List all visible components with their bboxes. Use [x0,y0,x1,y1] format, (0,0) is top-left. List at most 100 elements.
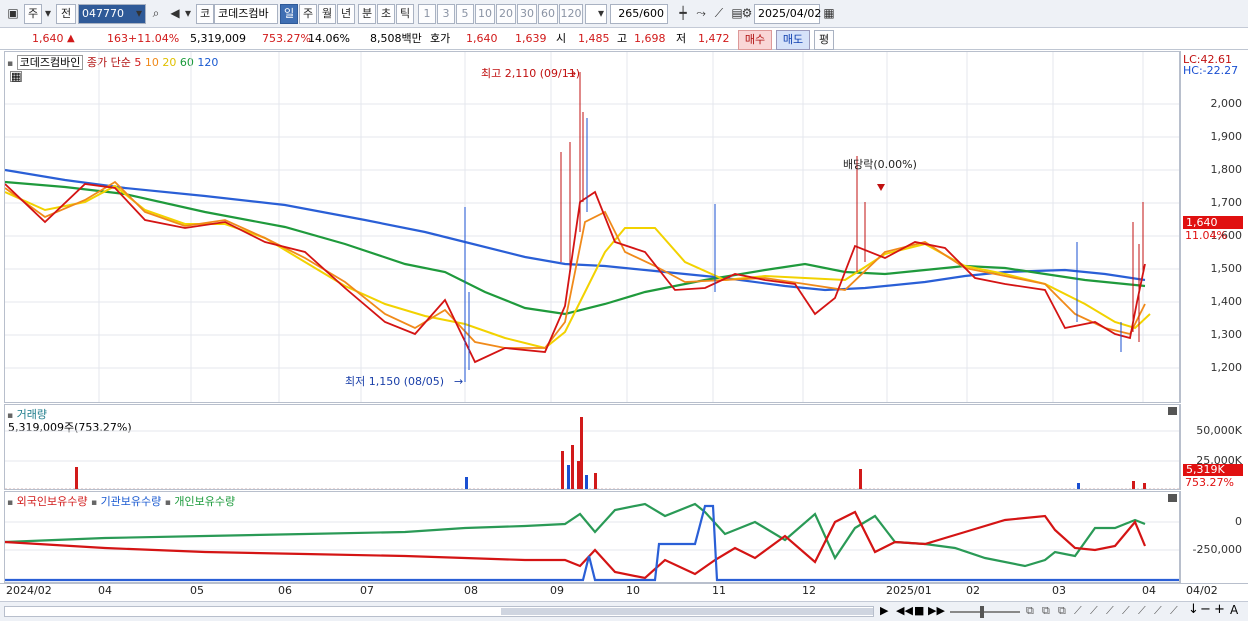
speaker-dropdown-icon[interactable]: ▾ [182,4,194,24]
sell-button[interactable]: 매도 [776,30,810,50]
calendar-icon[interactable]: ▦ [820,4,838,24]
copy-icon[interactable]: ⧉ [1058,604,1066,618]
candle-type-icon[interactable]: ┿ [674,4,692,24]
low-label: 저 [676,32,687,45]
y-tick-1900: 1,900 [1210,130,1243,143]
x-label-06: 06 [278,584,292,597]
zoom-out-icon[interactable]: − [1200,602,1211,617]
holdings-tick-0: 0 [1235,515,1242,528]
volume-rate-tag: 753.27% [1185,476,1234,489]
volume-axis: 50,000K 25,000K 5,319K 753.27% [1180,404,1248,490]
market-select[interactable]: 주 [24,4,42,24]
low-arrow-icon: → [454,375,463,388]
holdings-axis: 0 -250,000 [1180,491,1248,583]
code-dropdown-icon[interactable]: ▾ [132,4,146,24]
zoom-slider-handle[interactable] [980,606,984,618]
stock-name-field[interactable]: 코데즈컴바 [214,4,278,24]
price-axis: LC:42.61 HC:-22.27 2,000 1,900 1,800 1,7… [1180,51,1248,403]
data-count-field[interactable]: 265/600 [610,4,668,24]
arc-tool-icon[interactable]: ⟋ [1138,604,1146,618]
market-dropdown-icon[interactable]: ▾ [42,4,54,24]
all-button[interactable]: 전 [56,4,76,24]
trade-amount: 8,508백만 [370,32,422,45]
scrollbar-thumb[interactable] [501,608,873,615]
trend-tool-icon[interactable]: ⟋ [1090,604,1098,618]
cycle-tool-icon[interactable]: ⟋ [1154,604,1162,618]
high-price: 1,698 [634,32,666,45]
high-arrow-icon: → [567,67,576,80]
eval-button[interactable]: 평 [814,30,834,50]
price-change: 163 [107,32,128,45]
stop-icon[interactable]: ■ [914,604,924,617]
quote-bar: 1,640 ▲ 163 +11.04% 5,319,009 753.27% 14… [0,28,1248,50]
period-minute-tab[interactable]: 분 [358,4,376,24]
zoom-slider-track[interactable] [950,611,1020,613]
rewind-icon[interactable]: ◀◀ [896,604,913,617]
search-icon[interactable]: ⌕ [147,4,165,24]
interval-10-button[interactable]: 10 [475,4,495,24]
x-label-02: 02 [966,584,980,597]
x-label-10: 10 [626,584,640,597]
zoom-in-icon[interactable]: + [1214,602,1225,617]
x-label-2025-01: 2025/01 [886,584,932,597]
layout-icon[interactable]: ⧉ [1026,604,1034,618]
period-tick-tab[interactable]: 틱 [396,4,414,24]
compare-icon[interactable]: ⤳ [692,4,710,24]
ma60-line [5,180,1146,316]
trade-volume: 5,319,009 [190,32,246,45]
dividend-marker-icon [877,184,885,191]
x-label-05: 05 [190,584,204,597]
buy-button[interactable]: 매수 [738,30,772,50]
candle-group-down [464,118,1122,382]
volume-rate: 753.27% [262,32,311,45]
interval-1-button[interactable]: 1 [418,4,436,24]
x-label-04-end: 04 [1142,584,1156,597]
forward-icon[interactable]: ▶▶ [928,604,945,617]
x-label-07: 07 [360,584,374,597]
fan-tool-icon[interactable]: ⟋ [1106,604,1114,618]
scroll-right-icon[interactable]: ▶ [880,604,888,617]
period-year-tab[interactable]: 년 [337,4,355,24]
price-panel[interactable]: ▪ 코데즈컴바인 종가 단순 5 10 20 60 120 ▦ 최고 2,110… [4,51,1180,403]
x-label-2024-02: 2024/02 [6,584,52,597]
period-month-tab[interactable]: 월 [318,4,336,24]
price-chart: 최고 2,110 (09/11) → 최저 1,150 (08/05) → 배당… [5,52,1179,402]
period-second-tab[interactable]: 초 [377,4,395,24]
channel-tool-icon[interactable]: ⟋ [1122,604,1130,618]
y-tick-1400: 1,400 [1210,295,1243,308]
volume-bars-up [75,417,1146,489]
high-label: 고 [617,32,628,45]
scale-down-icon[interactable]: ↓ [1188,602,1199,617]
interval-30-button[interactable]: 30 [517,4,537,24]
interval-5-button[interactable]: 5 [456,4,474,24]
drawing-tools-icon[interactable]: ⟋ [710,4,728,24]
chart-toolbar: ▣ 주 ▾ 전 047770 ▾ ⌕ ◀ ▾ 코 코데즈컴바 일 주 월 년 분… [0,0,1248,28]
interval-20-button[interactable]: 20 [496,4,516,24]
high-annotation: 최고 2,110 (09/11) [481,67,580,80]
volume-panel[interactable]: ▪ 거래량 5,319,009주(753.27%) [4,404,1180,490]
up-arrow-icon: ▲ [67,33,75,44]
volume-chart [5,417,1179,489]
holdings-tick-neg: -250,000 [1192,543,1242,556]
interval-60-button[interactable]: 60 [538,4,558,24]
ask-price: 1,640 [466,32,498,45]
erase-tool-icon[interactable]: ⟋ [1170,604,1178,618]
line-tool-icon[interactable]: ⟋ [1074,604,1082,618]
holdings-panel[interactable]: ▪ 외국인보유수량 ▪ 기관보유수량 ▪ 개인보유수량 [4,491,1180,583]
horizontal-scrollbar[interactable] [4,606,874,617]
volume-tick-50000k: 50,000K [1196,424,1242,437]
volume-bars-down [465,465,1080,489]
hc-label: HC:-22.27 [1183,64,1239,77]
holdings-chart [5,502,1179,582]
split-icon[interactable]: ⧉ [1042,604,1050,618]
auto-scale-icon[interactable]: A [1230,603,1238,617]
turnover-rate: 14.06% [308,32,350,45]
interval-3-button[interactable]: 3 [437,4,455,24]
interval-120-button[interactable]: 120 [559,4,583,24]
window-menu-icon[interactable]: ▣ [4,4,22,24]
period-week-tab[interactable]: 주 [299,4,317,24]
bottom-bar: ▶ ◀◀ ■ ▶▶ ⧉ ⧉ ⧉ ⟋ ⟋ ⟋ ⟋ ⟋ ⟋ ⟋ ↓ − + A [0,601,1248,621]
period-day-tab[interactable]: 일 [280,4,298,24]
date-input[interactable]: 2025/04/02 [754,4,821,24]
interval-dropdown-icon[interactable]: ▾ [595,4,607,24]
